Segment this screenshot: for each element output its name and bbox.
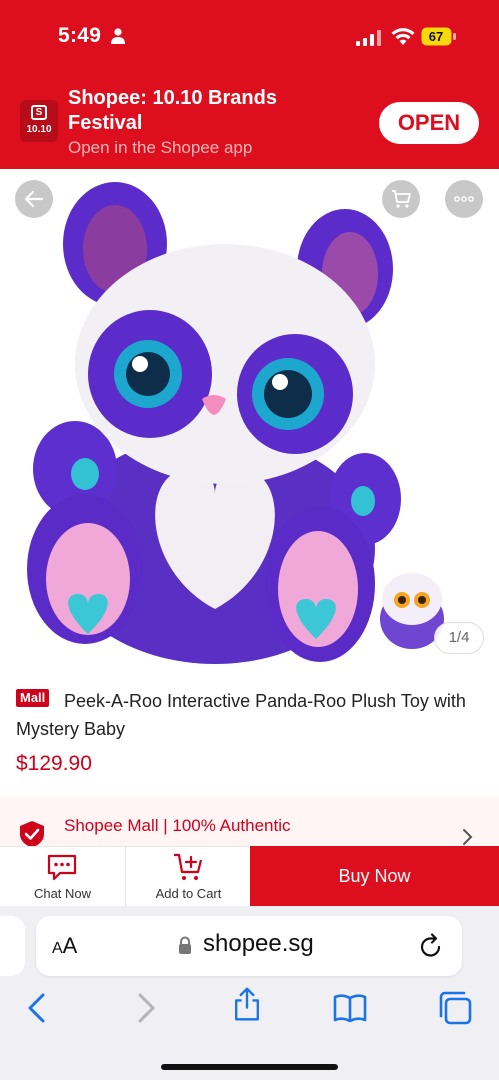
shopee-logo-text: 10.10 [26,124,52,135]
forward-icon[interactable] [127,990,163,1026]
add-to-cart-label: Add to Cart [155,886,222,901]
mall-badge: Mall [16,689,50,707]
product-price: $129.90 [16,752,92,775]
shopee-logo: S 10.10 [20,100,58,142]
chat-icon [47,854,77,881]
image-counter: 1/4 [434,622,484,654]
buy-now-button[interactable]: Buy Now [250,846,499,906]
share-icon[interactable] [229,986,265,1022]
product-title: Peek-A-Roo Interactive Panda-Roo Plush T… [16,691,466,739]
add-to-cart-button[interactable]: Add to Cart [125,846,250,906]
cart-button[interactable] [382,180,420,218]
address-text[interactable]: shopee.sg [203,930,314,958]
product-image[interactable] [0,169,499,669]
chat-now-button[interactable]: Chat Now [0,846,125,906]
previous-tab-preview[interactable] [0,916,25,976]
chevron-right-icon [463,829,473,845]
lock-icon [179,936,191,954]
wifi-icon [391,28,415,45]
battery-level: 67 [428,29,444,44]
text-size-button[interactable]: AA [52,933,77,959]
back-arrow-icon [24,190,44,208]
add-to-cart-icon [174,853,203,880]
back-icon[interactable] [20,990,56,1026]
bookmarks-icon[interactable] [332,990,368,1026]
mall-guarantee-text: Shopee Mall | 100% Authentic [64,816,291,835]
shopee-logo-mark: S [31,105,47,120]
person-icon [111,28,125,44]
tabs-icon[interactable] [437,990,473,1026]
banner-subtitle: Open in the Shopee app [68,138,253,157]
home-indicator [161,1064,338,1070]
more-button[interactable] [445,180,483,218]
status-time: 5:49 [58,24,102,47]
shield-check-icon [20,821,44,847]
back-button[interactable] [15,180,53,218]
cellular-signal-icon [356,30,381,46]
reload-icon[interactable] [418,932,444,960]
chat-now-label: Chat Now [33,886,92,901]
panda-plush-illustration [27,182,444,664]
cart-icon [392,190,411,208]
more-icon [454,196,474,202]
banner-title: Shopee: 10.10 Brands Festival [68,87,277,134]
open-app-button[interactable]: OPEN [379,102,479,144]
